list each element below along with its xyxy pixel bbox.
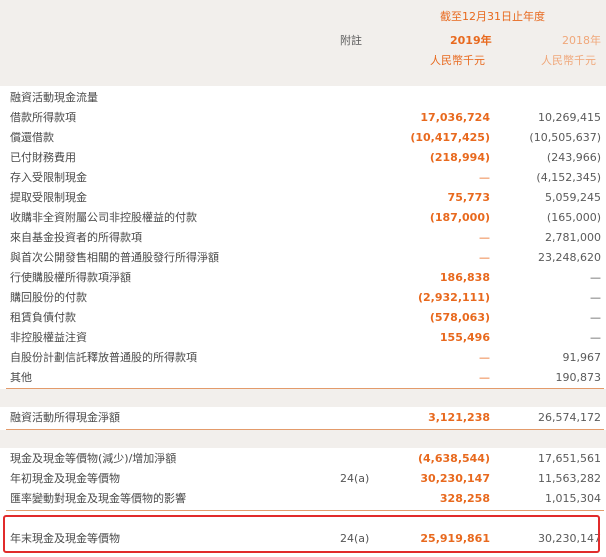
- row-label: 年初現金及現金等價物: [10, 472, 120, 485]
- spacer-band: [0, 430, 606, 448]
- value-2018: 190,873: [555, 371, 602, 384]
- value-2019: 17,036,724: [420, 111, 490, 124]
- table-row: 與首次公開發售相關的普通股發行所得淨額 — 23,248,620: [0, 248, 606, 268]
- value-2019: 75,773: [447, 191, 490, 204]
- value-2018: 91,967: [562, 351, 602, 364]
- row-label: 匯率變動對現金及現金等價物的影響: [10, 492, 186, 505]
- value-2019: 186,838: [439, 271, 490, 284]
- table-row: 購回股份的付款 (2,932,111) —: [0, 288, 606, 308]
- value-2019: (10,417,425): [410, 131, 490, 144]
- row-label: 行使購股權所得款項淨額: [10, 271, 131, 284]
- table-row: 行使購股權所得款項淨額 186,838 —: [0, 268, 606, 288]
- value-2018: (4,152,345): [536, 171, 601, 184]
- row-label: 現金及現金等價物(減少)/增加淨額: [10, 452, 177, 465]
- table-row: 年初現金及現金等價物 24(a) 30,230,147 11,563,282: [0, 469, 606, 489]
- value-2018: 11,563,282: [538, 472, 601, 485]
- divider: [6, 510, 604, 511]
- value-2019: 30,230,147: [420, 472, 490, 485]
- row-label: 租賃負債付款: [10, 311, 76, 324]
- value-2018: —: [590, 271, 601, 284]
- row-label: 存入受限制現金: [10, 171, 87, 184]
- value-2018: 23,248,620: [538, 251, 601, 264]
- value-2018: (243,966): [546, 151, 601, 164]
- table-row: 租賃負債付款 (578,063) —: [0, 308, 606, 328]
- table-row: 提取受限制現金 75,773 5,059,245: [0, 188, 606, 208]
- value-2019: —: [479, 371, 490, 384]
- row-label: 自股份計劃信託釋放普通股的所得款項: [10, 351, 197, 364]
- row-label: 借款所得款項: [10, 111, 76, 124]
- table-row: 非控股權益注資 155,496 —: [0, 328, 606, 348]
- value-2018: 17,651,561: [538, 452, 601, 465]
- value-2018: —: [590, 331, 601, 344]
- value-2019: —: [479, 171, 490, 184]
- row-label: 已付財務費用: [10, 151, 76, 164]
- note-column-heading: 附註: [340, 34, 362, 47]
- row-label: 償還借款: [10, 131, 54, 144]
- table-row: 現金及現金等價物(減少)/增加淨額 (4,638,544) 17,651,561: [0, 449, 606, 469]
- period-heading: 截至12月31日止年度: [440, 10, 545, 23]
- value-2018: 1,015,304: [545, 492, 601, 505]
- value-2018: (10,505,637): [529, 131, 601, 144]
- value-2019: 3,121,238: [428, 411, 490, 424]
- note-ref: 24(a): [340, 472, 370, 485]
- value-2019: —: [479, 251, 490, 264]
- section-title: 融資活動現金流量: [10, 91, 98, 104]
- value-2018: 10,269,415: [538, 111, 601, 124]
- value-2018: 26,574,172: [538, 411, 601, 424]
- year-2018-heading: 2018年: [562, 34, 601, 47]
- value-2019: (4,638,544): [418, 452, 490, 465]
- highlight-box: [3, 515, 600, 553]
- table-row: 存入受限制現金 — (4,152,345): [0, 168, 606, 188]
- value-2019: 155,496: [439, 331, 490, 344]
- value-2018: —: [590, 311, 601, 324]
- row-label: 購回股份的付款: [10, 291, 87, 304]
- row-label: 來自基金投資者的所得款項: [10, 231, 142, 244]
- value-2018: —: [590, 291, 601, 304]
- net-financing-row: 融資活動所得現金淨額 3,121,238 26,574,172: [0, 408, 606, 428]
- table-row: 收購非全資附屬公司非控股權益的付款 (187,000) (165,000): [0, 208, 606, 228]
- value-2019: (218,994): [429, 151, 490, 164]
- table-row: 匯率變動對現金及現金等價物的影響 328,258 1,015,304: [0, 489, 606, 509]
- value-2019: (2,932,111): [418, 291, 490, 304]
- row-label: 與首次公開發售相關的普通股發行所得淨額: [10, 251, 219, 264]
- row-label: 融資活動所得現金淨額: [10, 411, 120, 424]
- value-2018: 5,059,245: [545, 191, 601, 204]
- table-row: 已付財務費用 (218,994) (243,966): [0, 148, 606, 168]
- value-2019: —: [479, 231, 490, 244]
- year-2019-heading: 2019年: [450, 34, 492, 47]
- table-row: 其他 — 190,873: [0, 368, 606, 388]
- unit-2019-heading: 人民幣千元: [430, 54, 485, 67]
- table-row: 來自基金投資者的所得款項 — 2,781,000: [0, 228, 606, 248]
- row-label: 收購非全資附屬公司非控股權益的付款: [10, 211, 197, 224]
- table-row: 自股份計劃信託釋放普通股的所得款項 — 91,967: [0, 348, 606, 368]
- value-2019: —: [479, 351, 490, 364]
- value-2019: (187,000): [429, 211, 490, 224]
- value-2019: (578,063): [429, 311, 490, 324]
- row-label: 其他: [10, 371, 32, 384]
- section-title-row: 融資活動現金流量: [0, 88, 606, 108]
- spacer-band: [0, 389, 606, 407]
- value-2018: (165,000): [546, 211, 601, 224]
- value-2018: 2,781,000: [545, 231, 601, 244]
- row-label: 非控股權益注資: [10, 331, 87, 344]
- unit-2018-heading: 人民幣千元: [541, 54, 596, 67]
- row-label: 提取受限制現金: [10, 191, 87, 204]
- table-header: 截至12月31日止年度 附註 2019年 2018年 人民幣千元 人民幣千元: [0, 0, 606, 86]
- value-2019: 328,258: [439, 492, 490, 505]
- table-row: 償還借款 (10,417,425) (10,505,637): [0, 128, 606, 148]
- table-row: 借款所得款項 17,036,724 10,269,415: [0, 108, 606, 128]
